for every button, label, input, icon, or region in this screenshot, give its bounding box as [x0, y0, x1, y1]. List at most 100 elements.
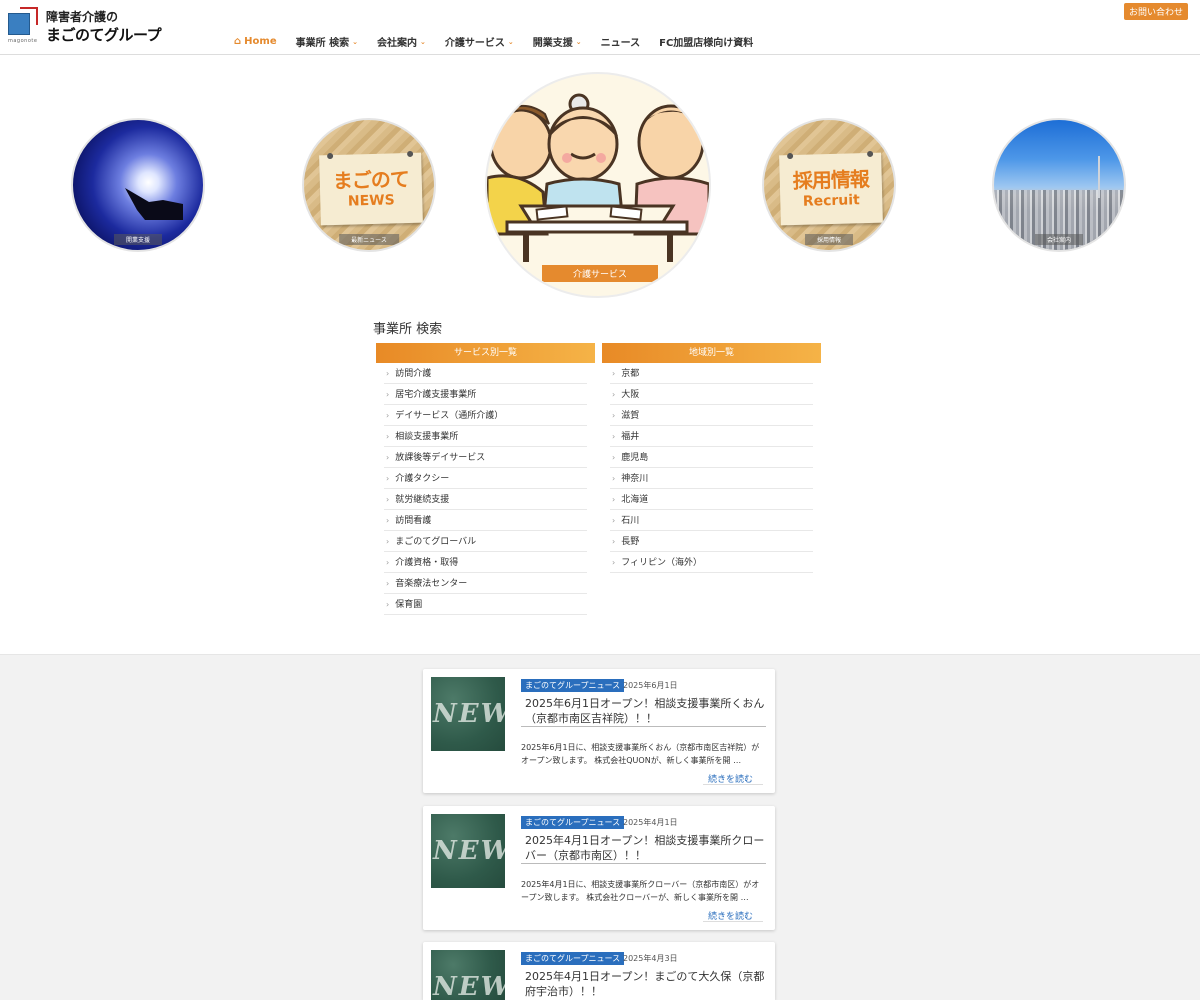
circle-caption: 最新ニュース: [339, 234, 399, 245]
circle-business-support[interactable]: 開業支援: [71, 118, 205, 252]
list-item[interactable]: › 石川: [610, 510, 813, 531]
nav-item-news[interactable]: ニュース: [601, 34, 641, 49]
divider: [521, 726, 766, 727]
pin-icon: [327, 152, 334, 160]
list-item[interactable]: › 居宅介護支援事業所: [384, 384, 587, 405]
list-item[interactable]: › 滋賀: [610, 405, 813, 426]
news-title[interactable]: 2025年4月1日オープン！まごのて大久保（京都府宇治市）！！: [525, 969, 765, 999]
list-item[interactable]: › 北海道: [610, 489, 813, 510]
logo-mark-icon: magonote: [8, 7, 42, 44]
nav-item-home[interactable]: ⌂ Home: [234, 34, 277, 49]
list-item-label: まごのてグローバル: [395, 537, 477, 547]
nav-label: FC加盟店様向け資料: [659, 38, 754, 49]
list-item[interactable]: › 訪問介護: [384, 363, 587, 384]
chevron-right-icon: ›: [386, 537, 390, 546]
list-item[interactable]: › 鹿児島: [610, 447, 813, 468]
news-category-badge[interactable]: まごのてグループニュース: [521, 816, 625, 829]
contact-button[interactable]: お問い合わせ: [1123, 3, 1188, 20]
list-item-label: 放課後等デイサービス: [395, 453, 486, 463]
pin-icon: [867, 150, 874, 158]
news-card[interactable]: NEWS まごのてグループニュース 2025年4月1日 2025年4月1日オープ…: [423, 806, 775, 930]
region-list-column: 地域別一覧 › 京都 › 大阪 › 滋賀 › 福井 › 鹿児島 › 神奈川 › 北海道 › 石川 › 長野 › フィリ…: [602, 343, 821, 573]
news-note-card: まごのて NEWS: [319, 150, 423, 226]
list-item[interactable]: › 京都: [610, 363, 813, 384]
news-date: 2025年4月3日: [623, 954, 678, 963]
circle-caption: 会社案内: [1034, 234, 1084, 245]
news-category-badge[interactable]: まごのてグループニュース: [521, 952, 625, 965]
list-item[interactable]: › 訪問看護: [384, 510, 587, 531]
news-title[interactable]: 2025年6月1日オープン！相談支援事業所くおん（京都市南区吉祥院）！！: [525, 696, 765, 726]
circle-news[interactable]: まごのて NEWS 最新ニュース: [302, 118, 436, 252]
news-excerpt: 2025年4月1日に、相談支援事業所クローバー（京都市南区）がオープン致します。…: [521, 880, 760, 902]
list-item[interactable]: › 福井: [610, 426, 813, 447]
circle-caption: 採用情報: [804, 234, 854, 245]
list-item-label: 介護資格・取得: [395, 558, 459, 568]
list-item-label: 鹿児島: [621, 453, 649, 463]
site-header: magonote 障害者介護の まごのてグループ お問い合わせ ⌂ Home 事…: [0, 0, 1200, 55]
nav-label: 会社案内: [376, 38, 417, 49]
home-icon: ⌂: [234, 36, 242, 47]
chevron-right-icon: ›: [386, 369, 390, 378]
list-item[interactable]: › 神奈川: [610, 468, 813, 489]
logo-line1: 障害者介護の: [46, 10, 119, 24]
news-title[interactable]: 2025年4月1日オープン！相談支援事業所クローバー（京都市南区）！！: [525, 833, 765, 863]
list-item[interactable]: › フィリピン（海外）: [610, 552, 813, 573]
chevron-right-icon: ›: [612, 411, 616, 420]
list-item-label: 京都: [621, 369, 640, 379]
nav-label: 開業支援: [532, 38, 573, 49]
chevron-right-icon: ›: [386, 411, 390, 420]
note-subtitle: Recruit: [802, 192, 860, 210]
chevron-right-icon: ›: [612, 369, 616, 378]
search-section-title: 事業所 検索: [373, 322, 443, 337]
list-item-label: 訪問看護: [395, 516, 432, 526]
list-item[interactable]: › 保育園: [384, 594, 587, 615]
chevron-down-icon: ⌄: [507, 37, 514, 46]
news-card[interactable]: NEWS まごのてグループニュース 2025年6月1日 2025年6月1日オープ…: [423, 669, 775, 793]
chevron-down-icon: ⌄: [419, 37, 426, 46]
list-item[interactable]: › 大阪: [610, 384, 813, 405]
list-item[interactable]: › 相談支援事業所: [384, 426, 587, 447]
list-item[interactable]: › 放課後等デイサービス: [384, 447, 587, 468]
list-item-label: 北海道: [621, 495, 649, 505]
chevron-right-icon: ›: [612, 390, 616, 399]
list-item-label: 神奈川: [621, 474, 649, 484]
nav-item-company[interactable]: 会社案内 ⌄: [376, 34, 426, 50]
news-thumbnail[interactable]: NEWS: [431, 677, 505, 751]
chevron-right-icon: ›: [612, 558, 616, 567]
region-list: › 京都 › 大阪 › 滋賀 › 福井 › 鹿児島 › 神奈川 › 北海道 › 石川 › 長野 › フィリピン（海外）: [610, 363, 813, 573]
nav-item-business-support[interactable]: 開業支援 ⌄: [532, 34, 582, 50]
nav-item-office-search[interactable]: 事業所 検索 ⌄: [296, 34, 358, 50]
list-item-label: 音楽療法センター: [395, 579, 468, 589]
list-item-label: 居宅介護支援事業所: [395, 390, 477, 400]
recruit-note-card: 採用情報 Recruit: [779, 150, 883, 226]
list-item[interactable]: › デイサービス（通所介護）: [384, 405, 587, 426]
chevron-right-icon: ›: [386, 516, 390, 525]
list-item[interactable]: › 音楽療法センター: [384, 573, 587, 594]
chevron-right-icon: ›: [386, 600, 390, 609]
nav-item-care-services[interactable]: 介護サービス ⌄: [445, 34, 514, 50]
chevron-down-icon: ⌄: [352, 37, 358, 46]
site-logo[interactable]: magonote 障害者介護の まごのてグループ: [8, 5, 162, 47]
chevron-right-icon: ›: [612, 453, 616, 462]
circle-recruit[interactable]: 採用情報 Recruit 採用情報: [762, 118, 896, 252]
news-date: 2025年6月1日: [623, 681, 678, 690]
list-item[interactable]: › 介護タクシー: [384, 468, 587, 489]
list-item[interactable]: › 介護資格・取得: [384, 552, 587, 573]
news-thumbnail[interactable]: NEWS: [431, 814, 505, 888]
circle-care-services[interactable]: 介護サービス: [485, 72, 711, 298]
chevron-right-icon: ›: [386, 495, 390, 504]
list-item[interactable]: › 長野: [610, 531, 813, 552]
news-card[interactable]: NEWS まごのてグループニュース 2025年4月3日 2025年4月1日オープ…: [423, 942, 775, 1000]
list-item[interactable]: › 就労継続支援: [384, 489, 587, 510]
news-thumbnail[interactable]: NEWS: [431, 950, 505, 1000]
list-item-label: 保育園: [395, 600, 423, 610]
chevron-right-icon: ›: [612, 474, 616, 483]
news-category-badge[interactable]: まごのてグループニュース: [521, 679, 625, 692]
list-item-label: 就労継続支援: [395, 495, 450, 505]
nav-item-fc-materials[interactable]: FC加盟店様向け資料: [659, 34, 753, 49]
news-excerpt: 2025年6月1日に、相談支援事業所くおん（京都市南区吉祥院）がオープン致します…: [521, 743, 760, 765]
circle-company[interactable]: 会社案内: [992, 118, 1126, 252]
list-item[interactable]: › まごのてグローバル: [384, 531, 587, 552]
main-nav: ⌂ Home 事業所 検索 ⌄ 会社案内 ⌄ 介護サービス ⌄ 開業支援 ⌄ ニ…: [234, 34, 772, 49]
pin-icon: [407, 150, 414, 158]
